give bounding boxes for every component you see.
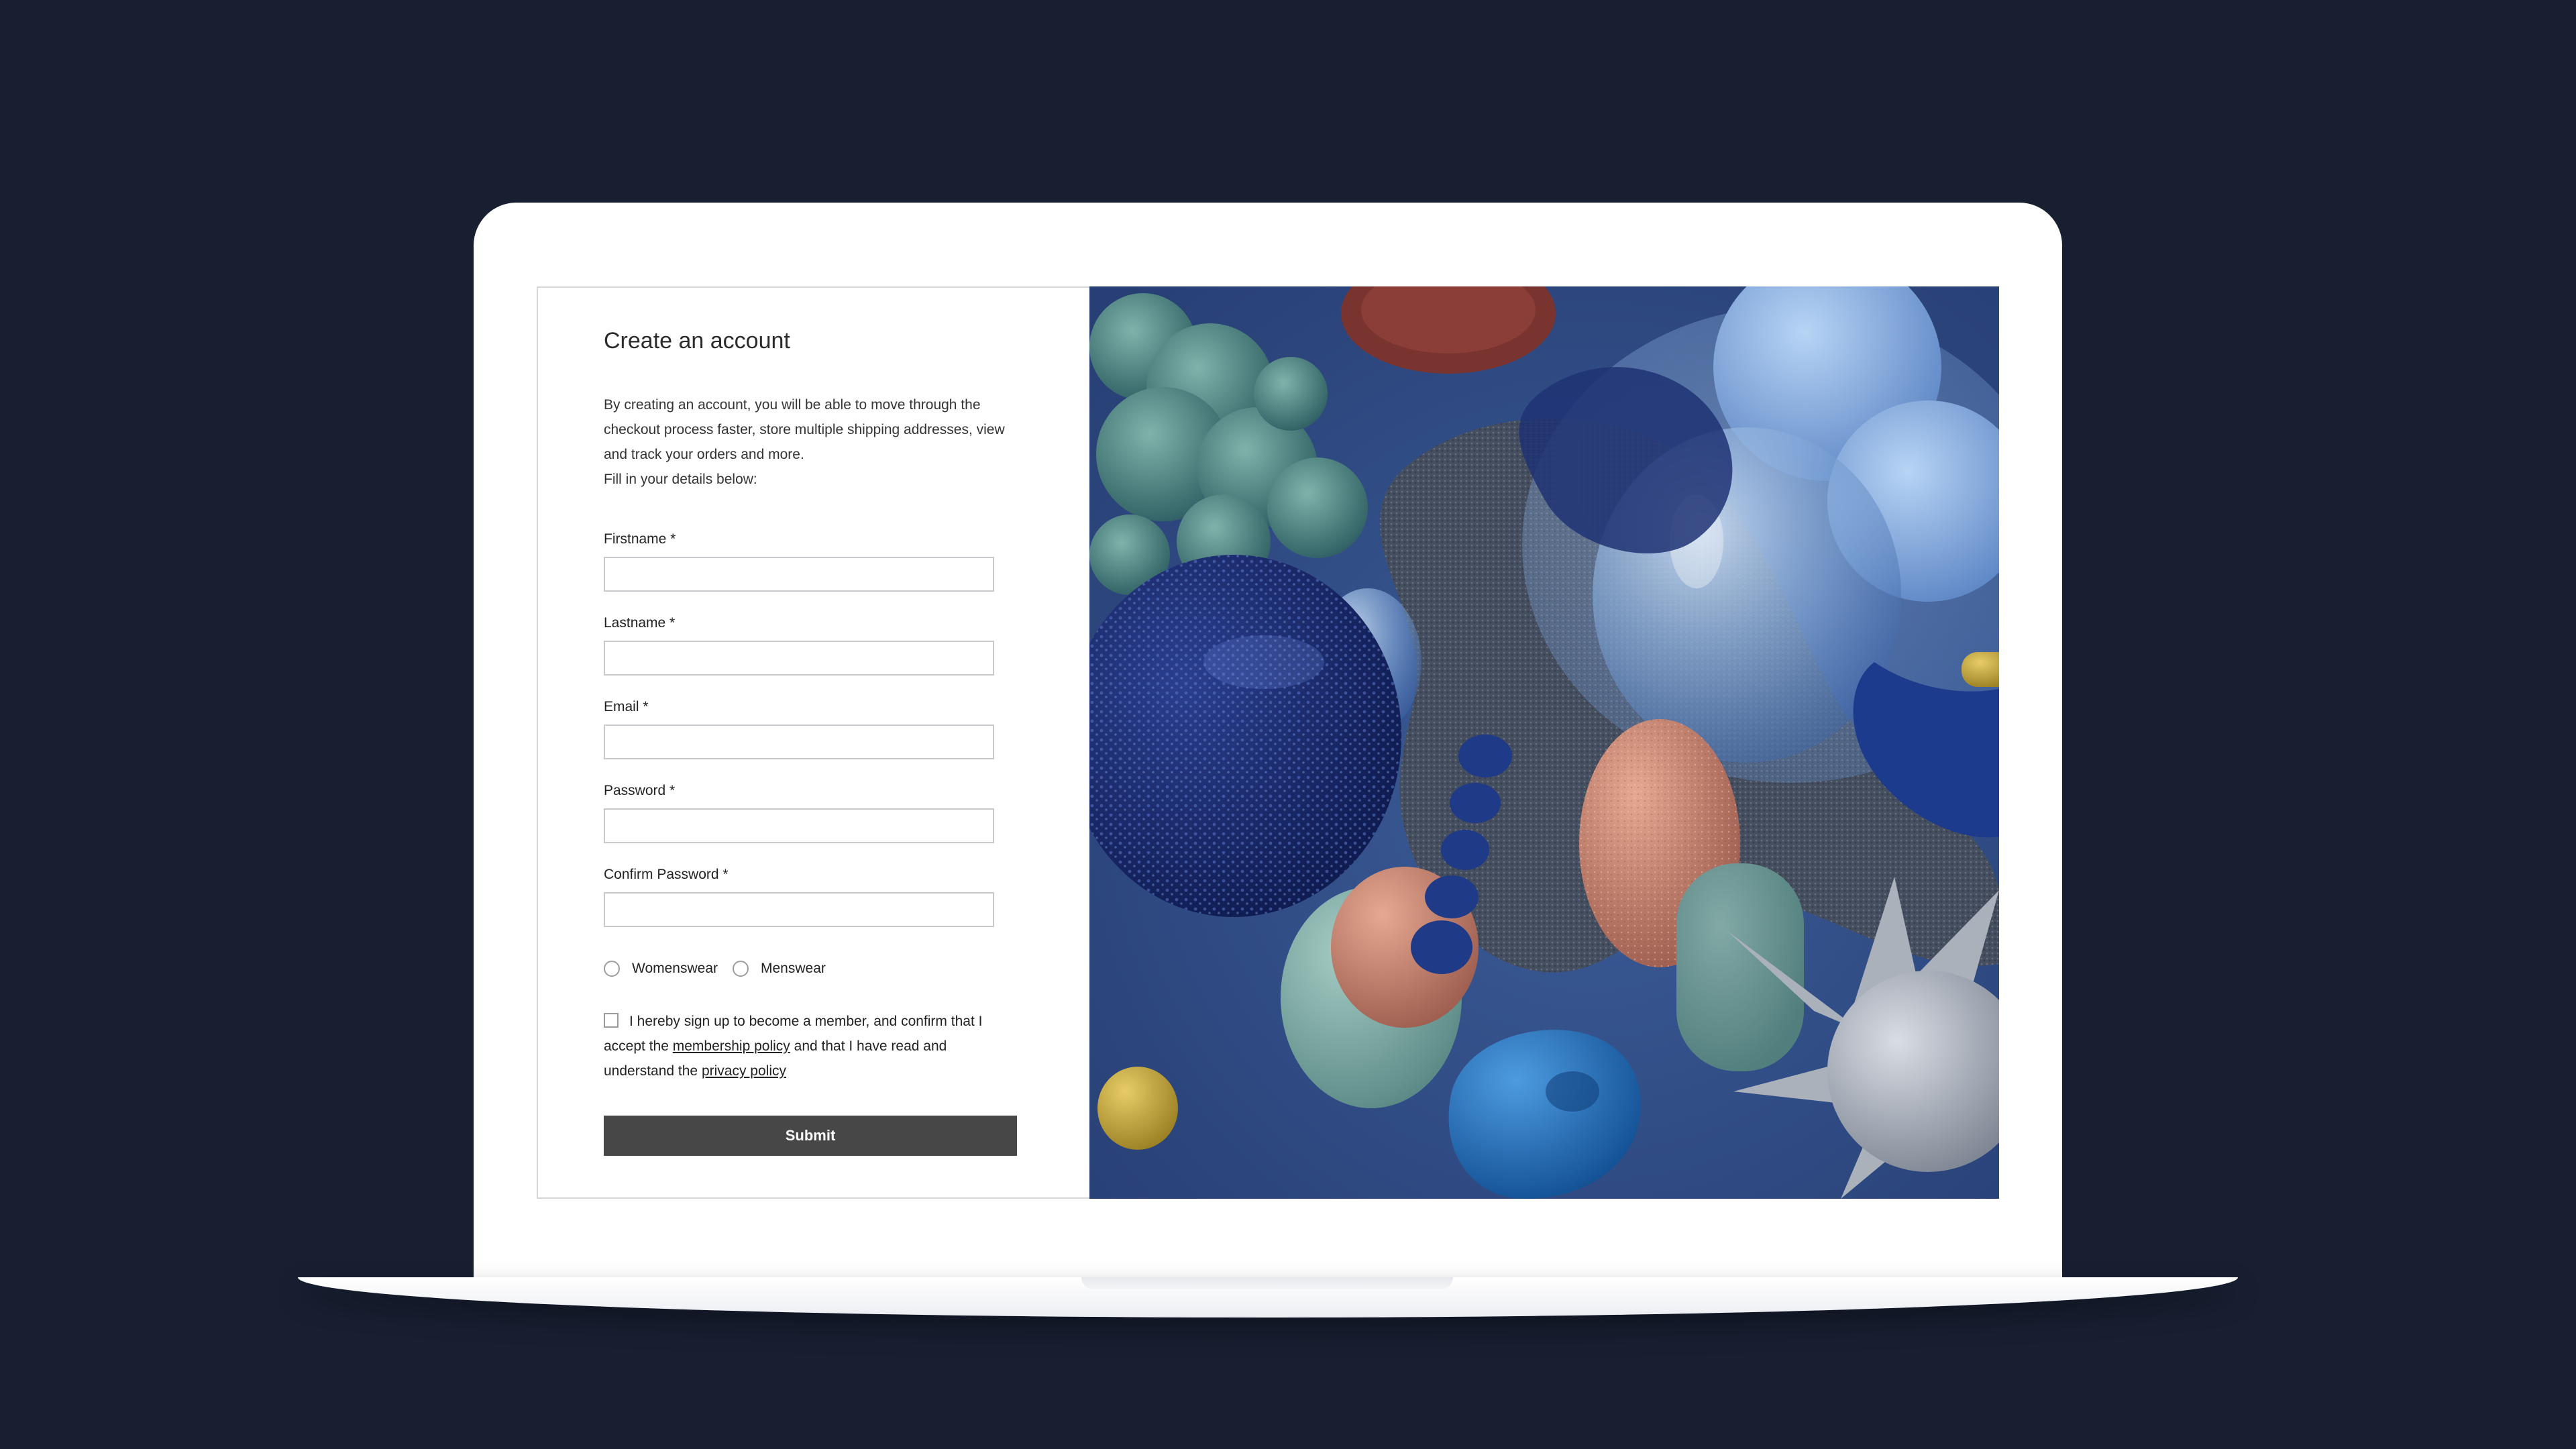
womenswear-option[interactable]: Womenswear bbox=[604, 961, 718, 977]
womenswear-radio[interactable] bbox=[604, 961, 620, 977]
email-label: Email * bbox=[604, 699, 649, 714]
password-label: Password * bbox=[604, 783, 676, 798]
lastname-input[interactable] bbox=[604, 641, 994, 676]
intro-text: By creating an account, you will be able… bbox=[604, 392, 1006, 492]
membership-policy-link[interactable]: membership policy bbox=[673, 1038, 790, 1054]
page-title: Create an account bbox=[604, 328, 790, 354]
email-field-group: Email * bbox=[604, 700, 1089, 759]
firstname-input[interactable] bbox=[604, 557, 994, 592]
lastname-field-group: Lastname * bbox=[604, 616, 1089, 676]
consent-checkbox[interactable] bbox=[604, 1013, 619, 1028]
laptop-screen: Create an account By creating an account… bbox=[537, 286, 1999, 1199]
privacy-policy-link[interactable]: privacy policy bbox=[702, 1063, 786, 1079]
laptop-notch bbox=[1081, 1277, 1453, 1289]
membership-consent: I hereby sign up to become a member, and… bbox=[604, 1009, 1006, 1083]
menswear-radio[interactable] bbox=[733, 961, 749, 977]
intro-paragraph: By creating an account, you will be able… bbox=[604, 397, 1005, 462]
create-account-form: Create an account By creating an account… bbox=[537, 286, 1089, 1199]
menswear-label: Menswear bbox=[761, 961, 826, 976]
abstract-3d-shapes-image bbox=[1089, 286, 1999, 1199]
form-fields: Firstname * Lastname * Email * Password … bbox=[604, 532, 1089, 927]
menswear-option[interactable]: Menswear bbox=[733, 961, 826, 977]
submit-button[interactable]: Submit bbox=[604, 1116, 1017, 1156]
confirm-password-field-group: Confirm Password * bbox=[604, 867, 1089, 927]
password-input[interactable] bbox=[604, 808, 994, 843]
firstname-field-group: Firstname * bbox=[604, 532, 1089, 592]
intro-instruction: Fill in your details below: bbox=[604, 472, 757, 487]
confirm-password-label: Confirm Password * bbox=[604, 867, 729, 882]
hero-artwork bbox=[1089, 286, 1999, 1199]
lastname-label: Lastname * bbox=[604, 615, 676, 631]
firstname-label: Firstname * bbox=[604, 531, 676, 547]
email-input[interactable] bbox=[604, 724, 994, 759]
password-field-group: Password * bbox=[604, 784, 1089, 843]
department-radio-group: Womenswear Menswear bbox=[604, 961, 1089, 977]
womenswear-label: Womenswear bbox=[632, 961, 718, 976]
confirm-password-input[interactable] bbox=[604, 892, 994, 927]
